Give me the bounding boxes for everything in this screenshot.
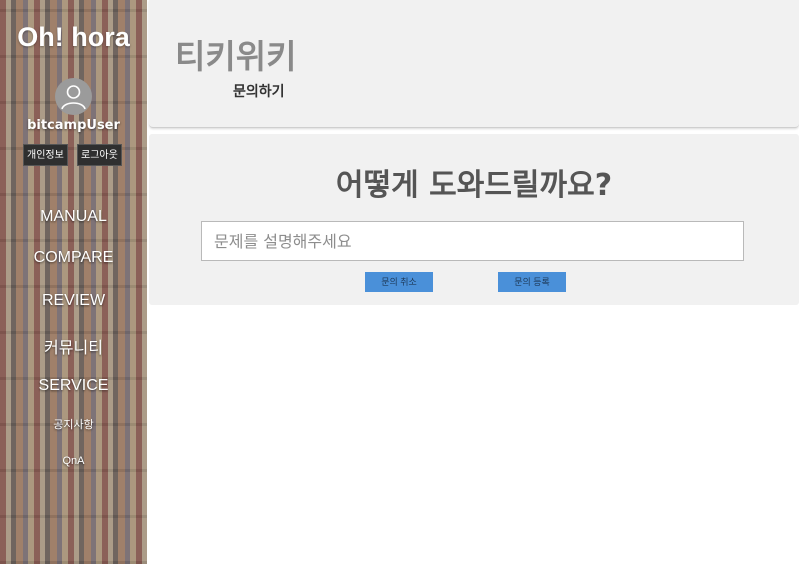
avatar[interactable] <box>55 78 92 115</box>
brand-logo[interactable]: Oh! hora <box>0 22 147 53</box>
cancel-inquiry-button[interactable]: 문의 취소 <box>365 272 433 292</box>
username: bitcampUser <box>27 118 120 133</box>
inquiry-headline: 어떻게 도와드릴까요? <box>335 168 613 203</box>
nav-item-community[interactable]: 커뮤니티 <box>0 334 147 358</box>
page: Oh! hora bitcampUser 개인정보 로그아웃 MANUAL CO… <box>0 0 799 564</box>
header: 티키위키 문의하기 <box>149 0 799 128</box>
submit-inquiry-button[interactable]: 문의 등록 <box>498 272 566 292</box>
nav-item-manual[interactable]: MANUAL <box>0 208 147 226</box>
nav-item-notice[interactable]: 공지사항 <box>0 416 147 432</box>
nav-item-service[interactable]: SERVICE <box>0 377 147 395</box>
nav-item-review[interactable]: REVIEW <box>0 292 147 310</box>
nav-item-compare[interactable]: COMPARE <box>0 249 147 267</box>
inquiry-card: 어떻게 도와드릴까요? 문의 취소 문의 등록 <box>149 134 799 305</box>
page-subtitle: 문의하기 <box>233 84 285 100</box>
sidebar: Oh! hora bitcampUser 개인정보 로그아웃 MANUAL CO… <box>0 0 147 564</box>
page-title: 티키위키 <box>175 37 297 76</box>
logout-button[interactable]: 로그아웃 <box>77 144 122 166</box>
nav-item-qna[interactable]: QnA <box>0 455 147 467</box>
user-icon <box>55 78 92 115</box>
profile-button[interactable]: 개인정보 <box>23 144 68 166</box>
question-input[interactable] <box>201 221 744 261</box>
